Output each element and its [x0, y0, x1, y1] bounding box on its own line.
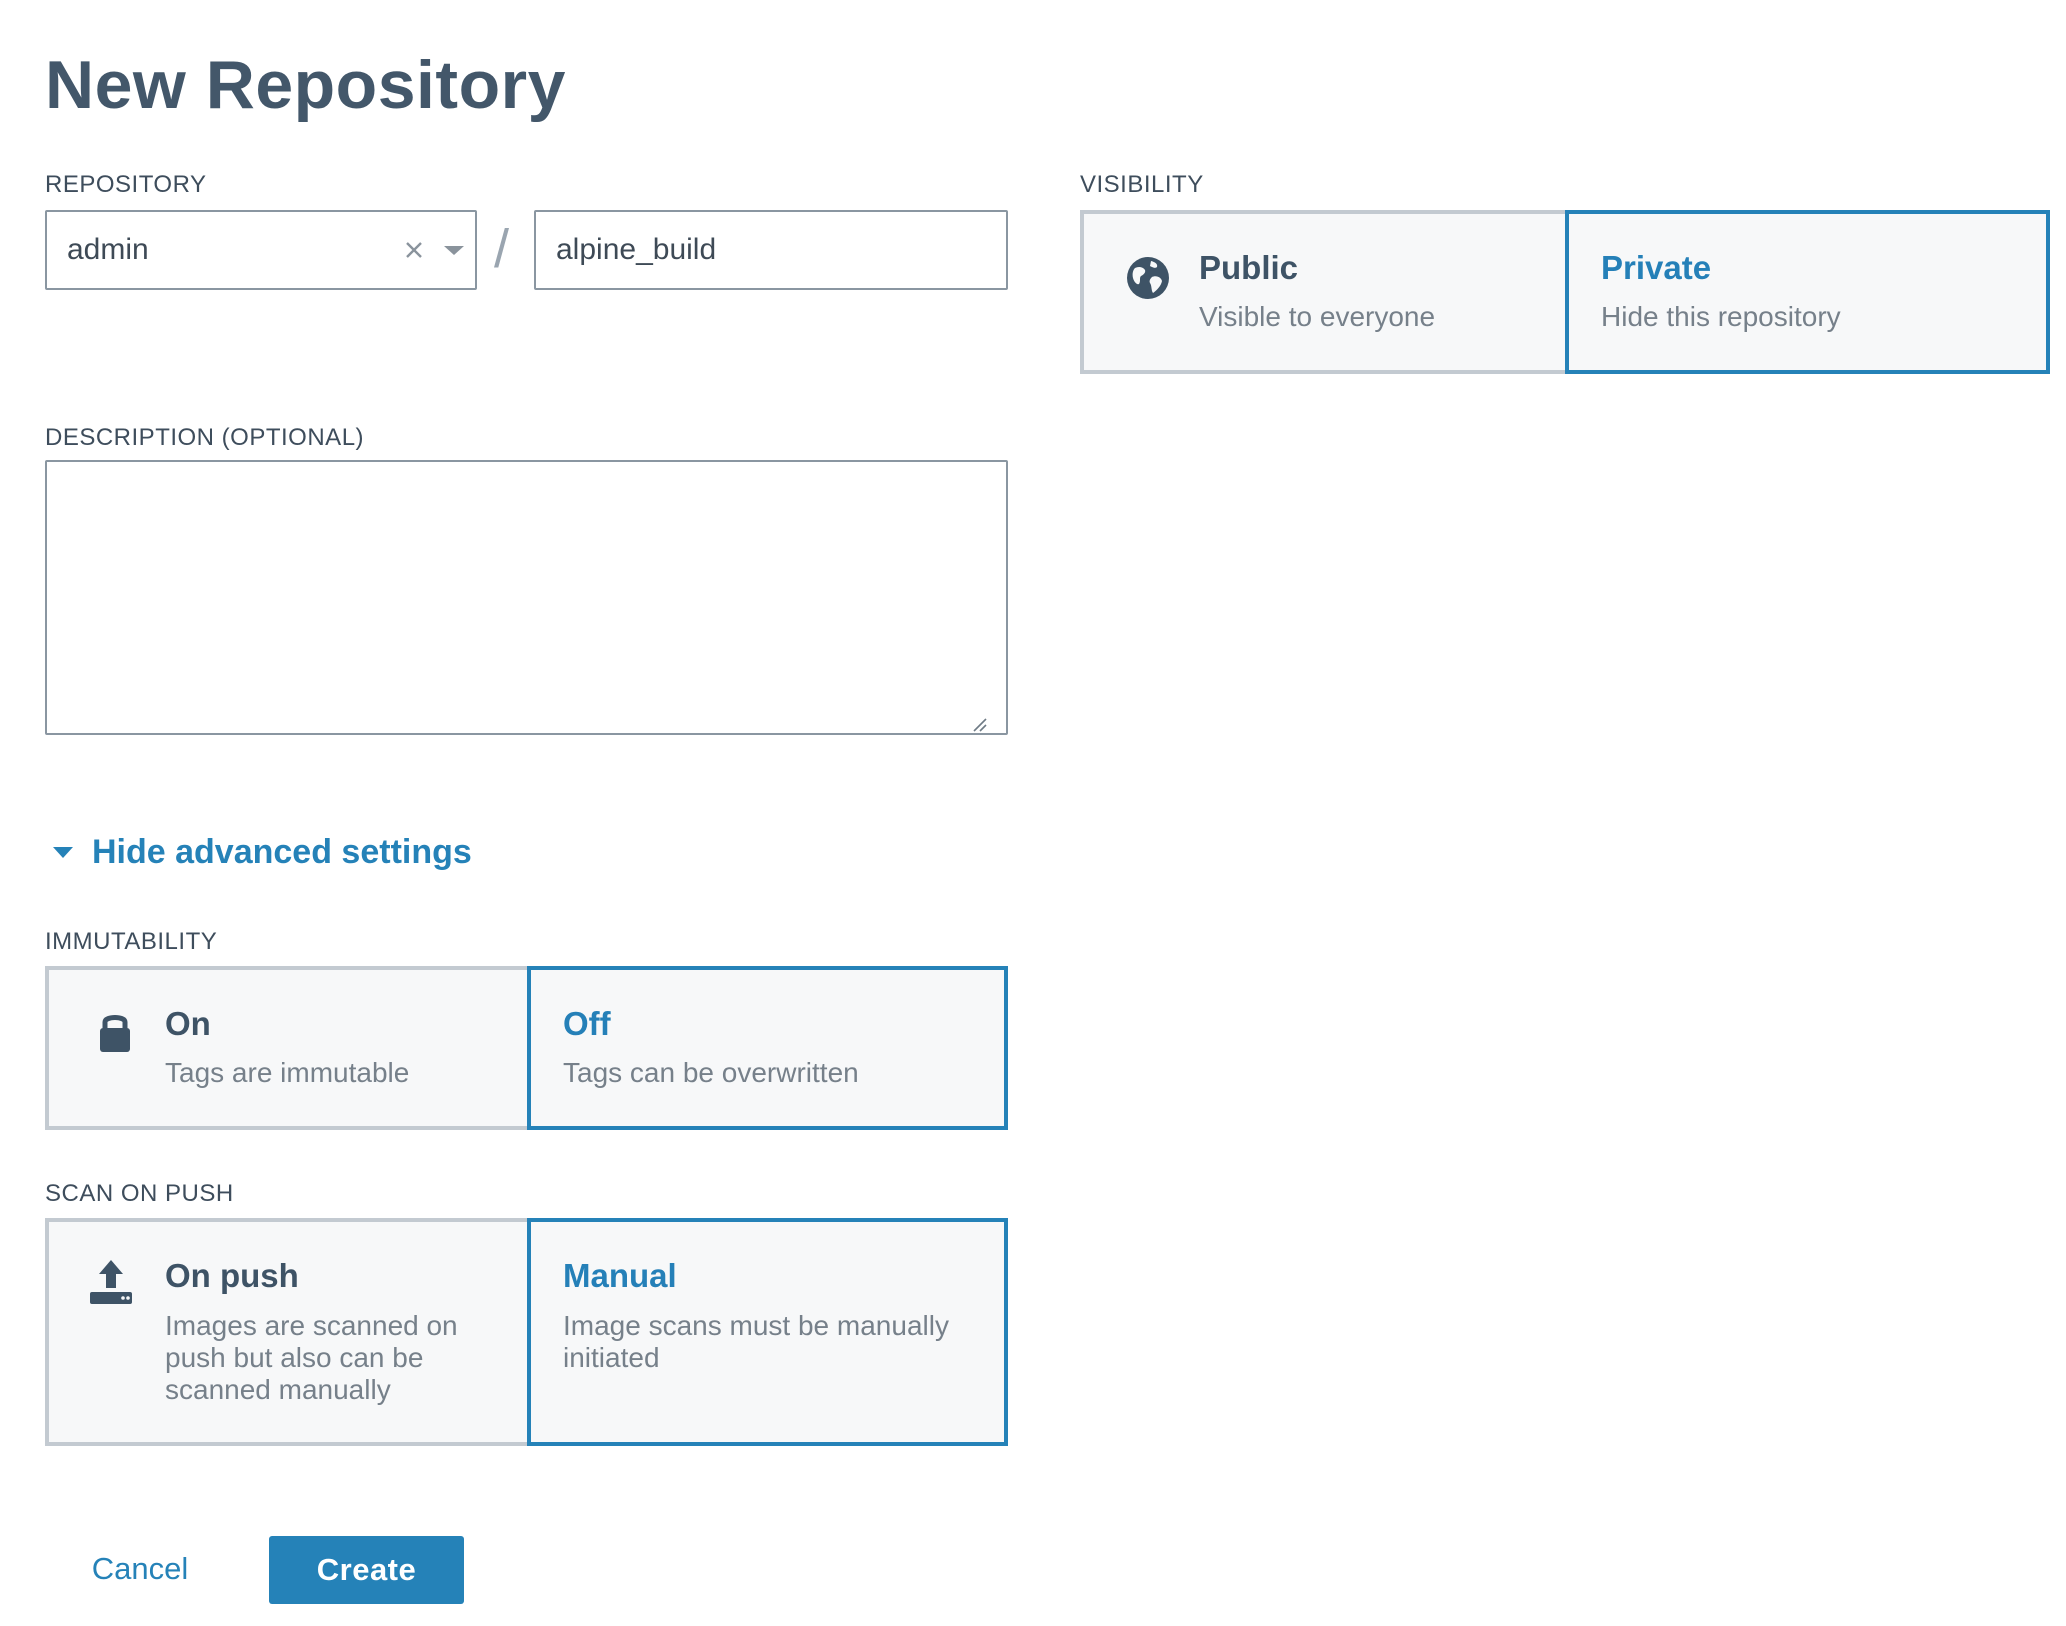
chevron-down-icon[interactable] [439, 234, 469, 264]
immutability-option-title: Off [563, 1005, 611, 1042]
immutability-option-off[interactable]: Off Tags can be overwritten [527, 966, 1008, 1130]
scan-on-push-label: SCAN ON PUSH [45, 1180, 234, 1207]
description-textarea[interactable] [45, 460, 1008, 735]
visibility-toggle: Public Visible to everyone Private Hide … [1080, 210, 2050, 374]
scan-option-title: Manual [563, 1257, 677, 1294]
scan-option-desc: Images are scanned on push but also can … [165, 1310, 458, 1405]
immutability-option-desc: Tags are immutable [165, 1057, 410, 1088]
scan-on-push-toggle: On push Images are scanned on push but a… [45, 1218, 1008, 1446]
namespace-value: admin [67, 233, 149, 266]
upload-icon [87, 1258, 135, 1306]
visibility-option-desc: Visible to everyone [1199, 301, 1436, 332]
namespace-separator: / [494, 219, 510, 279]
repository-label: REPOSITORY [45, 171, 207, 198]
caret-down-icon [53, 847, 73, 858]
lock-icon [91, 1008, 139, 1056]
resize-handle-icon[interactable] [972, 718, 988, 732]
immutability-option-title: On [165, 1005, 211, 1042]
visibility-label: VISIBILITY [1080, 171, 1204, 198]
immutability-option-desc: Tags can be overwritten [563, 1057, 859, 1088]
visibility-option-title: Public [1199, 249, 1299, 286]
description-label: DESCRIPTION (OPTIONAL) [45, 424, 365, 451]
scan-option-title: On push [165, 1257, 299, 1294]
create-button[interactable]: Create [269, 1536, 464, 1604]
visibility-option-title: Private [1601, 249, 1712, 286]
advanced-settings-toggle[interactable]: Hide advanced settings [52, 830, 472, 874]
clear-icon[interactable] [399, 234, 429, 264]
immutability-option-on[interactable]: On Tags are immutable [45, 966, 527, 1130]
visibility-option-desc: Hide this repository [1601, 301, 1841, 332]
globe-icon [1124, 254, 1172, 302]
visibility-option-public[interactable]: Public Visible to everyone [1080, 210, 1565, 374]
scan-option-manual[interactable]: Manual Image scans must be manually init… [527, 1218, 1008, 1446]
cancel-button[interactable]: Cancel [70, 1536, 210, 1600]
namespace-select[interactable]: admin [45, 210, 477, 290]
repository-name-input[interactable] [534, 210, 1008, 290]
immutability-label: IMMUTABILITY [45, 928, 218, 955]
scan-option-on-push[interactable]: On push Images are scanned on push but a… [45, 1218, 527, 1446]
visibility-option-private[interactable]: Private Hide this repository [1565, 210, 2050, 374]
page-title: New Repository [45, 47, 566, 123]
advanced-settings-label: Hide advanced settings [92, 833, 472, 871]
immutability-toggle: On Tags are immutable Off Tags can be ov… [45, 966, 1008, 1130]
scan-option-desc: Image scans must be manually initiated [563, 1310, 949, 1373]
